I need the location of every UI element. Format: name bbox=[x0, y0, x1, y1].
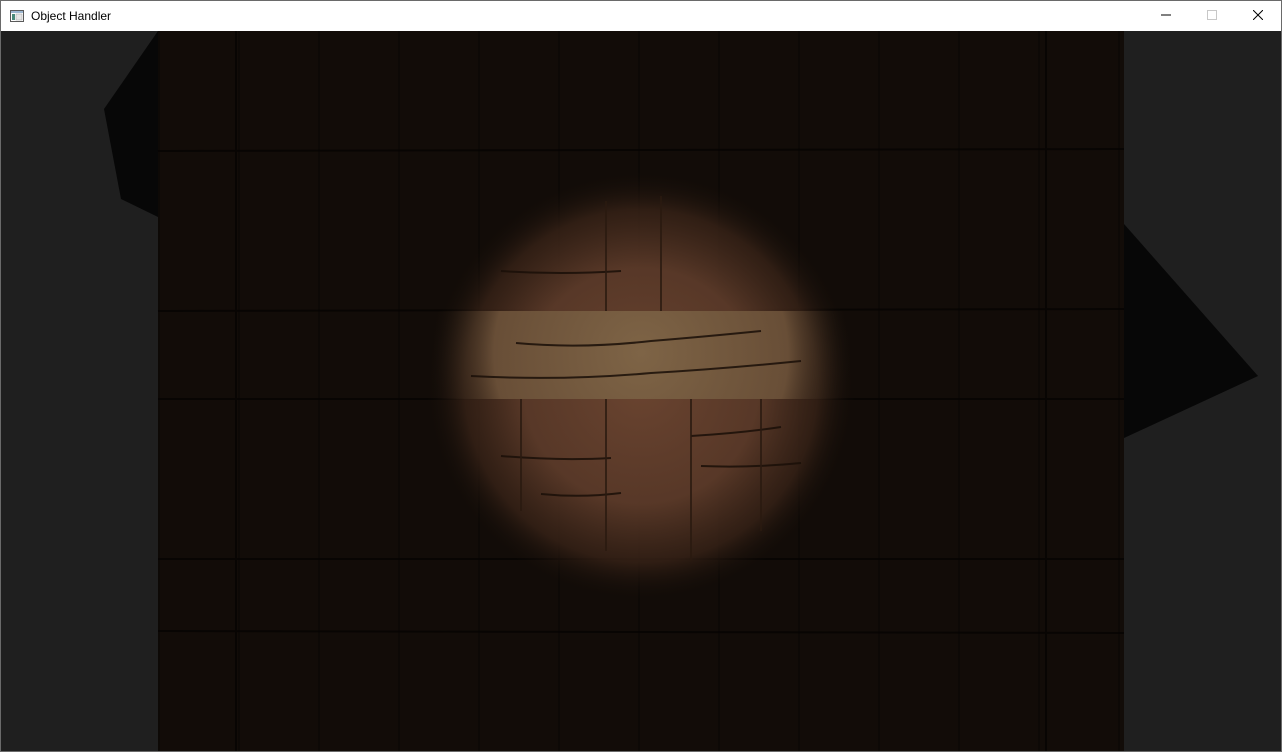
right-shadow-shape bbox=[1124, 224, 1258, 438]
app-window: Object Handler bbox=[0, 0, 1282, 752]
lit-plank bbox=[431, 311, 851, 399]
window-title: Object Handler bbox=[31, 9, 112, 23]
title-bar[interactable]: Object Handler bbox=[1, 1, 1281, 31]
render-viewport[interactable] bbox=[1, 31, 1281, 751]
window-controls bbox=[1143, 1, 1281, 31]
app-window-icon bbox=[9, 8, 25, 24]
minimize-button[interactable] bbox=[1143, 1, 1189, 31]
maximize-icon bbox=[1207, 7, 1217, 25]
maximize-button[interactable] bbox=[1189, 1, 1235, 31]
close-button[interactable] bbox=[1235, 1, 1281, 31]
close-icon bbox=[1252, 7, 1264, 25]
scene-canvas bbox=[104, 31, 1258, 751]
left-shadow-shape bbox=[104, 31, 158, 217]
minimize-icon bbox=[1161, 7, 1171, 25]
